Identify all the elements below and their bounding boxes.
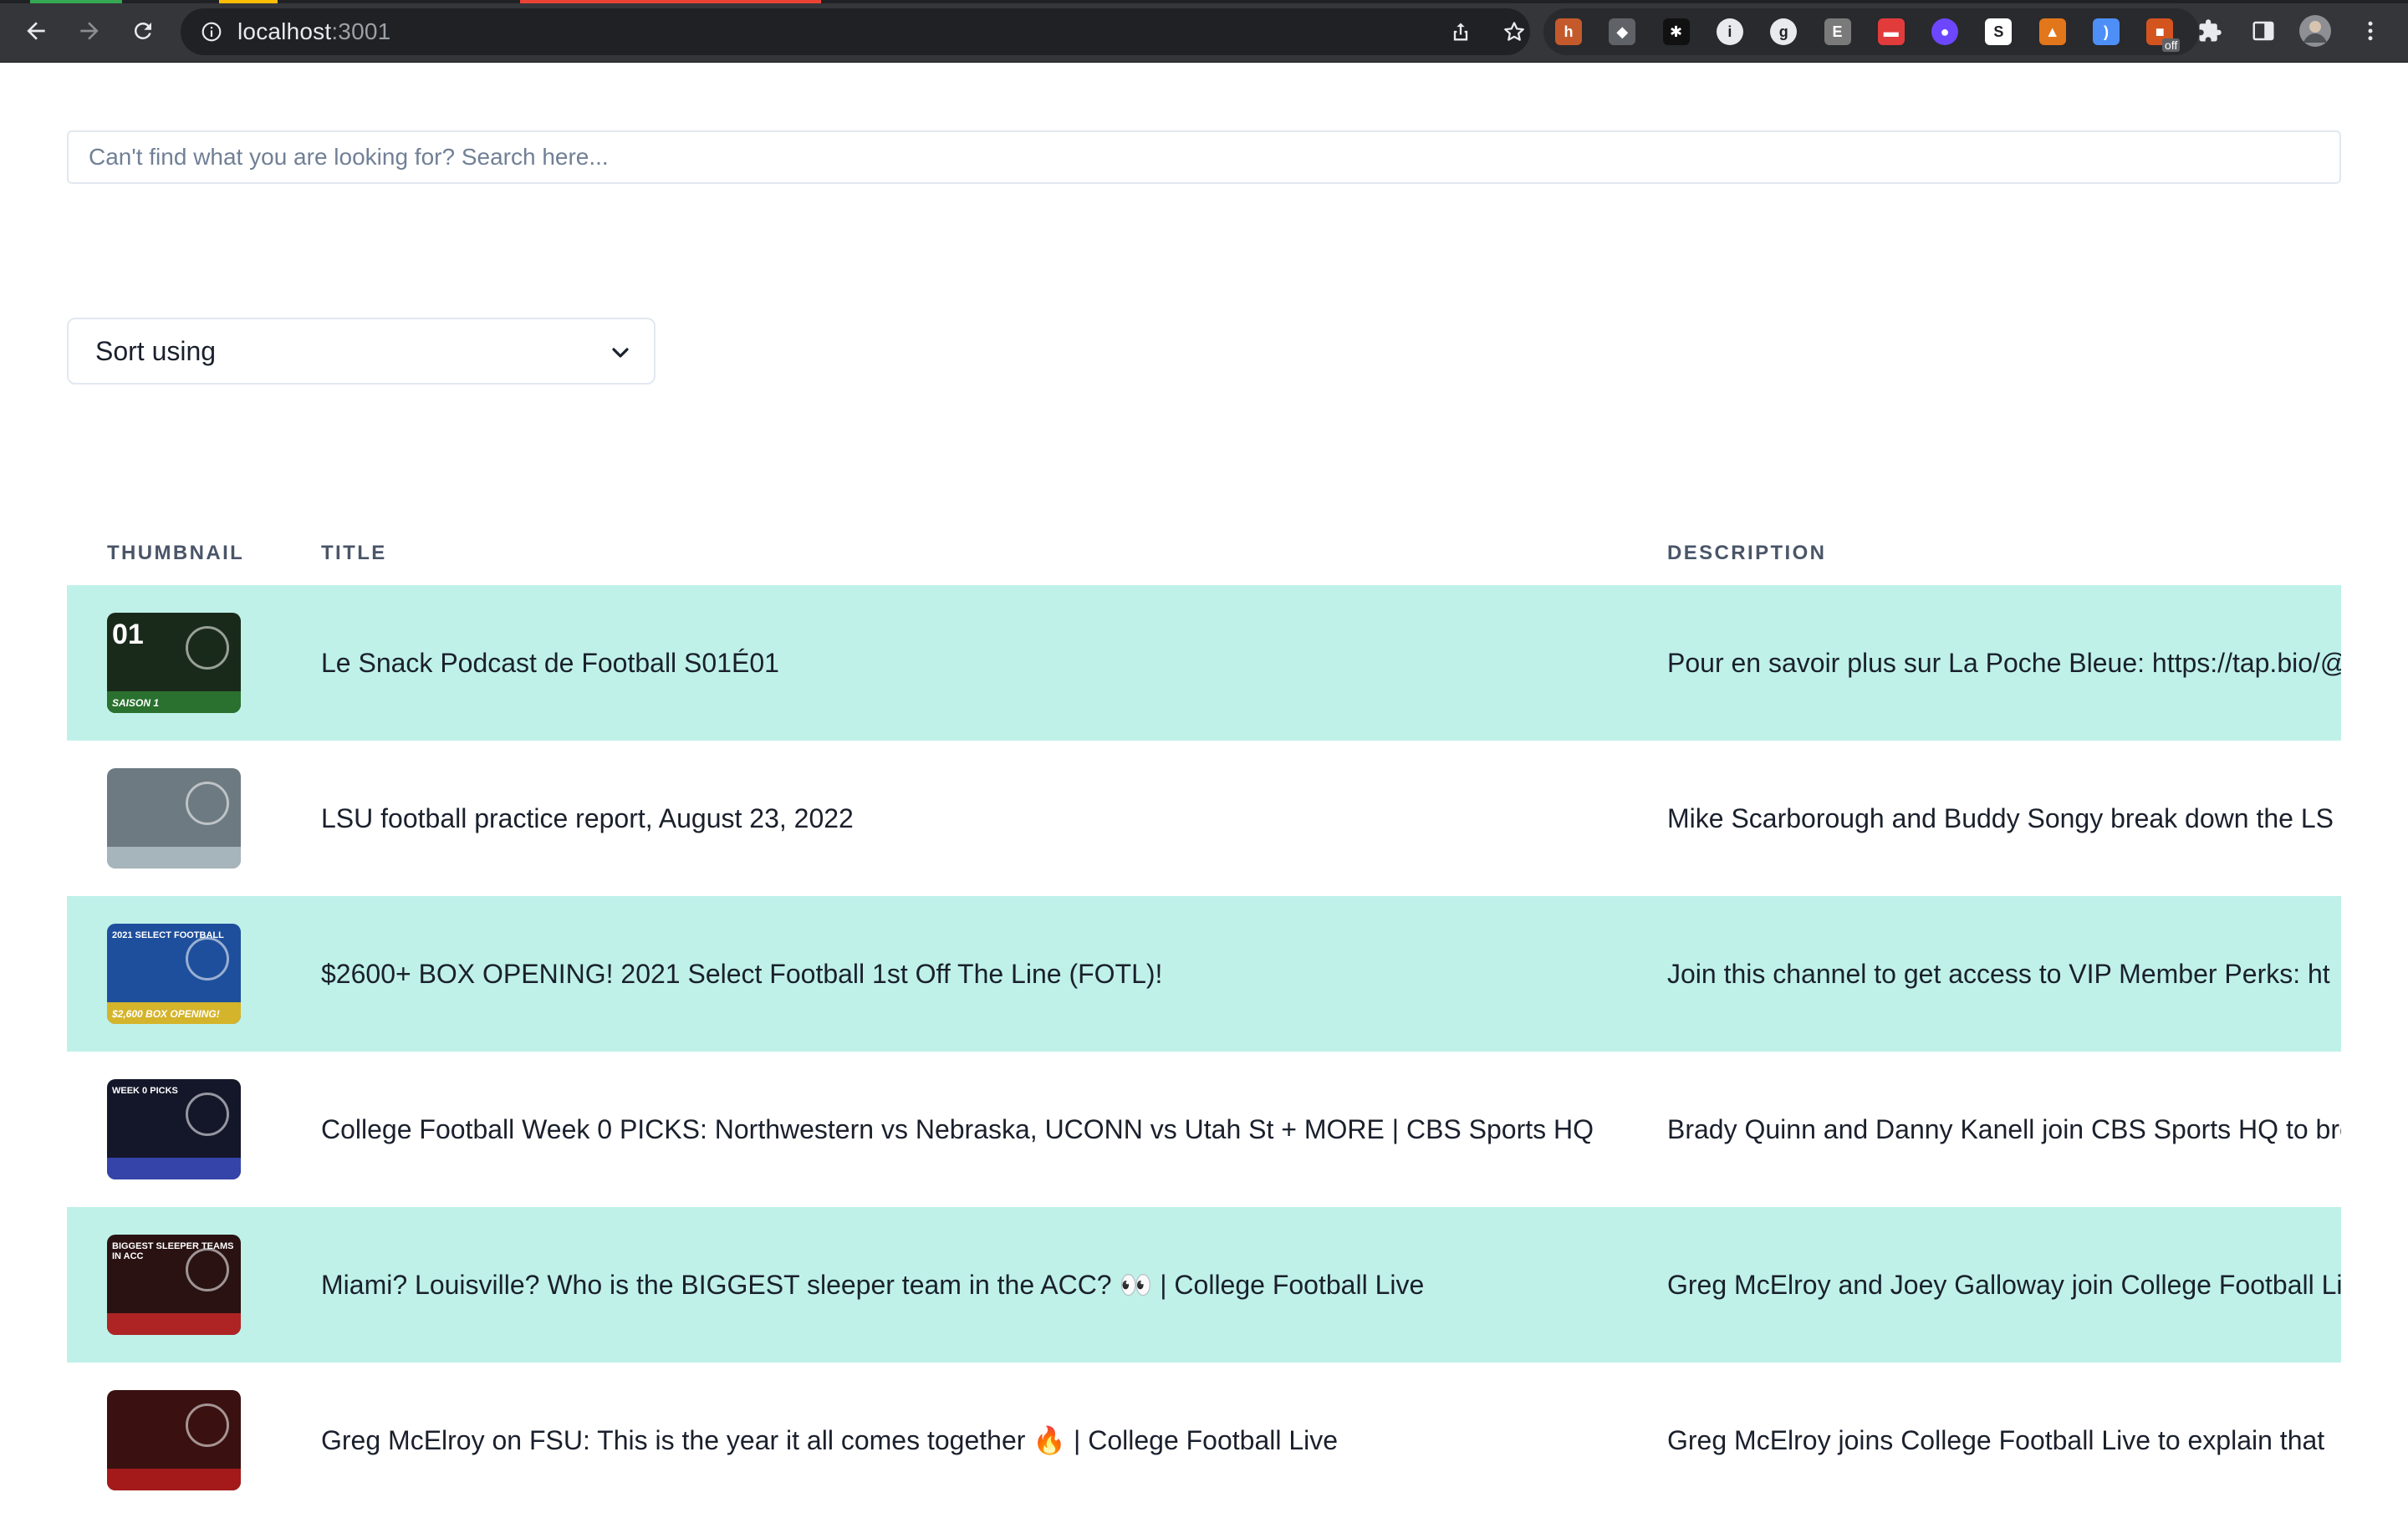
video-title[interactable]: Le Snack Podcast de Football S01É01	[321, 585, 779, 741]
tab-indicator	[30, 0, 122, 3]
e-extension[interactable]: E	[1824, 18, 1851, 45]
video-thumbnail[interactable]: 2021 SELECT FOOTBALL $2,600 BOX OPENING!	[107, 924, 241, 1024]
wave-extension[interactable]: )	[2093, 18, 2120, 45]
red-extension[interactable]: ▬	[1877, 18, 1905, 45]
video-description: Greg McElroy and Joey Galloway join Coll…	[1667, 1269, 2341, 1300]
reload-icon	[134, 22, 151, 39]
table-row[interactable]: LSU football practice report, August 23,…	[67, 741, 2341, 896]
arrow-right-icon	[80, 22, 99, 40]
thumbnail-accent	[107, 1469, 241, 1490]
browser-toolbar: localhost:3001 h ◆ ✱ i g E ▬ ● S ▲) ■ off	[0, 0, 2408, 63]
table-row[interactable]: 2021 SELECT FOOTBALL $2,600 BOX OPENING! $…	[67, 896, 2341, 1052]
chevron-down-icon	[612, 348, 629, 358]
video-title[interactable]: Greg McElroy on FSU: This is the year it…	[321, 1363, 1338, 1518]
s-extension-icon: S	[1993, 23, 2004, 40]
thumbnail-subcaption: $2,600 BOX OPENING!	[112, 1008, 220, 1020]
grammar-extension-icon: g	[1778, 23, 1788, 40]
video-title[interactable]: $2600+ BOX OPENING! 2021 Select Football…	[321, 896, 1162, 1052]
tab-indicator	[520, 0, 821, 3]
info-extension-icon: i	[1727, 23, 1732, 40]
shield-extension-icon: ◆	[1616, 23, 1629, 40]
table-row[interactable]: Greg McElroy on FSU: This is the year it…	[67, 1363, 2341, 1518]
s-extension[interactable]: S	[1985, 18, 2013, 45]
e-extension-icon: E	[1832, 23, 1843, 40]
thumbnail-caption: WEEK 0 PICKS	[112, 1086, 178, 1096]
info-extension[interactable]: i	[1716, 18, 1743, 45]
video-description: Brady Quinn and Danny Kanell join CBS Sp…	[1667, 1113, 2341, 1144]
kebab-menu-icon	[2368, 21, 2373, 41]
table-row[interactable]: WEEK 0 PICKS College Football Week 0 PICK…	[67, 1052, 2341, 1207]
bot-extension[interactable]: ●	[1931, 18, 1959, 45]
grammar-extension[interactable]: g	[1770, 18, 1798, 45]
thumbnail-accent	[107, 1313, 241, 1335]
video-thumbnail[interactable]	[107, 768, 241, 869]
honey-extension[interactable]: h	[1555, 18, 1582, 45]
wave-extension-icon: )	[2104, 23, 2109, 40]
column-header-description: DESCRIPTION	[1667, 542, 1827, 564]
thumbnail-caption: BIGGEST SLEEPER TEAMS IN ACC	[112, 1241, 234, 1262]
video-description: Mike Scarborough and Buddy Songy break d…	[1667, 802, 2334, 833]
video-thumbnail[interactable]: WEEK 0 PICKS	[107, 1079, 241, 1179]
share-icon	[1453, 23, 1468, 41]
url-host: localhost	[237, 18, 332, 44]
spark-extension[interactable]: ✱	[1662, 18, 1690, 45]
video-description: Join this channel to get access to VIP M…	[1667, 958, 2330, 989]
thumbnail-circle	[186, 1093, 229, 1136]
red-extension-icon: ▬	[1883, 23, 1899, 40]
address-bar[interactable]: localhost:3001	[181, 8, 1530, 55]
off-extension[interactable]: ■ off	[2146, 18, 2181, 52]
video-thumbnail[interactable]: BIGGEST SLEEPER TEAMS IN ACC	[107, 1235, 241, 1335]
menu-button[interactable]	[2351, 12, 2390, 50]
video-description: Greg McElroy joins College Football Live…	[1667, 1424, 2325, 1455]
bot-extension-icon: ●	[1940, 23, 1950, 40]
arrow-left-icon	[27, 22, 45, 40]
video-thumbnail[interactable]: 01 SAISON 1	[107, 613, 241, 713]
video-thumbnail[interactable]	[107, 1390, 241, 1490]
shield-extension[interactable]: ◆	[1609, 18, 1636, 45]
fox-extension-icon: ▲	[2044, 23, 2060, 40]
bookmark-button[interactable]	[1495, 8, 1533, 55]
share-button[interactable]	[1441, 8, 1480, 55]
tab-strip	[0, 0, 2408, 3]
fox-extension[interactable]: ▲	[2038, 18, 2066, 45]
thumbnail-caption: 2021 SELECT FOOTBALL	[112, 930, 224, 940]
tab-indicator	[219, 0, 278, 3]
thumbnail-circle	[186, 1403, 229, 1447]
column-header-thumbnail: THUMBNAIL	[107, 542, 245, 564]
thumbnail-subcaption: SAISON 1	[112, 697, 160, 709]
profile-avatar[interactable]	[2296, 12, 2334, 50]
side-panel-icon	[2252, 21, 2274, 41]
back-button[interactable]	[17, 12, 55, 50]
reload-button[interactable]	[124, 12, 162, 50]
thumbnail-circle	[186, 937, 229, 981]
sort-select-label: Sort using	[95, 335, 217, 366]
url-text[interactable]: localhost:3001	[237, 18, 390, 45]
video-description: Pour en savoir plus sur La Poche Bleue: …	[1667, 647, 2341, 678]
extensions-button[interactable]	[2191, 12, 2229, 50]
star-icon	[1504, 22, 1524, 41]
puzzle-icon	[2199, 19, 2222, 42]
table-row[interactable]: 01 SAISON 1 Le Snack Podcast de Football S…	[67, 585, 2341, 741]
thumbnail-accent	[107, 847, 241, 869]
url-port: :3001	[331, 18, 391, 44]
video-title[interactable]: Miami? Louisville? Who is the BIGGEST sl…	[321, 1207, 1424, 1363]
thumbnail-caption: 01	[112, 619, 144, 650]
site-info-icon[interactable]	[199, 19, 224, 44]
extension-badge: off	[2161, 38, 2181, 52]
avatar-icon	[2299, 15, 2331, 47]
video-title[interactable]: College Football Week 0 PICKS: Northwest…	[321, 1052, 1594, 1207]
sort-select[interactable]: Sort using	[67, 318, 656, 385]
spark-extension-icon: ✱	[1670, 23, 1683, 40]
honey-extension-icon: h	[1564, 23, 1574, 40]
thumbnail-accent	[107, 1158, 241, 1179]
column-header-title: TITLE	[321, 542, 387, 564]
video-title[interactable]: LSU football practice report, August 23,…	[321, 741, 854, 896]
search-input[interactable]	[67, 130, 2341, 184]
forward-button[interactable]	[70, 12, 109, 50]
table-row[interactable]: BIGGEST SLEEPER TEAMS IN ACC Miami? Louis…	[67, 1207, 2341, 1363]
thumbnail-circle	[186, 782, 229, 825]
side-panel-button[interactable]	[2244, 12, 2283, 50]
